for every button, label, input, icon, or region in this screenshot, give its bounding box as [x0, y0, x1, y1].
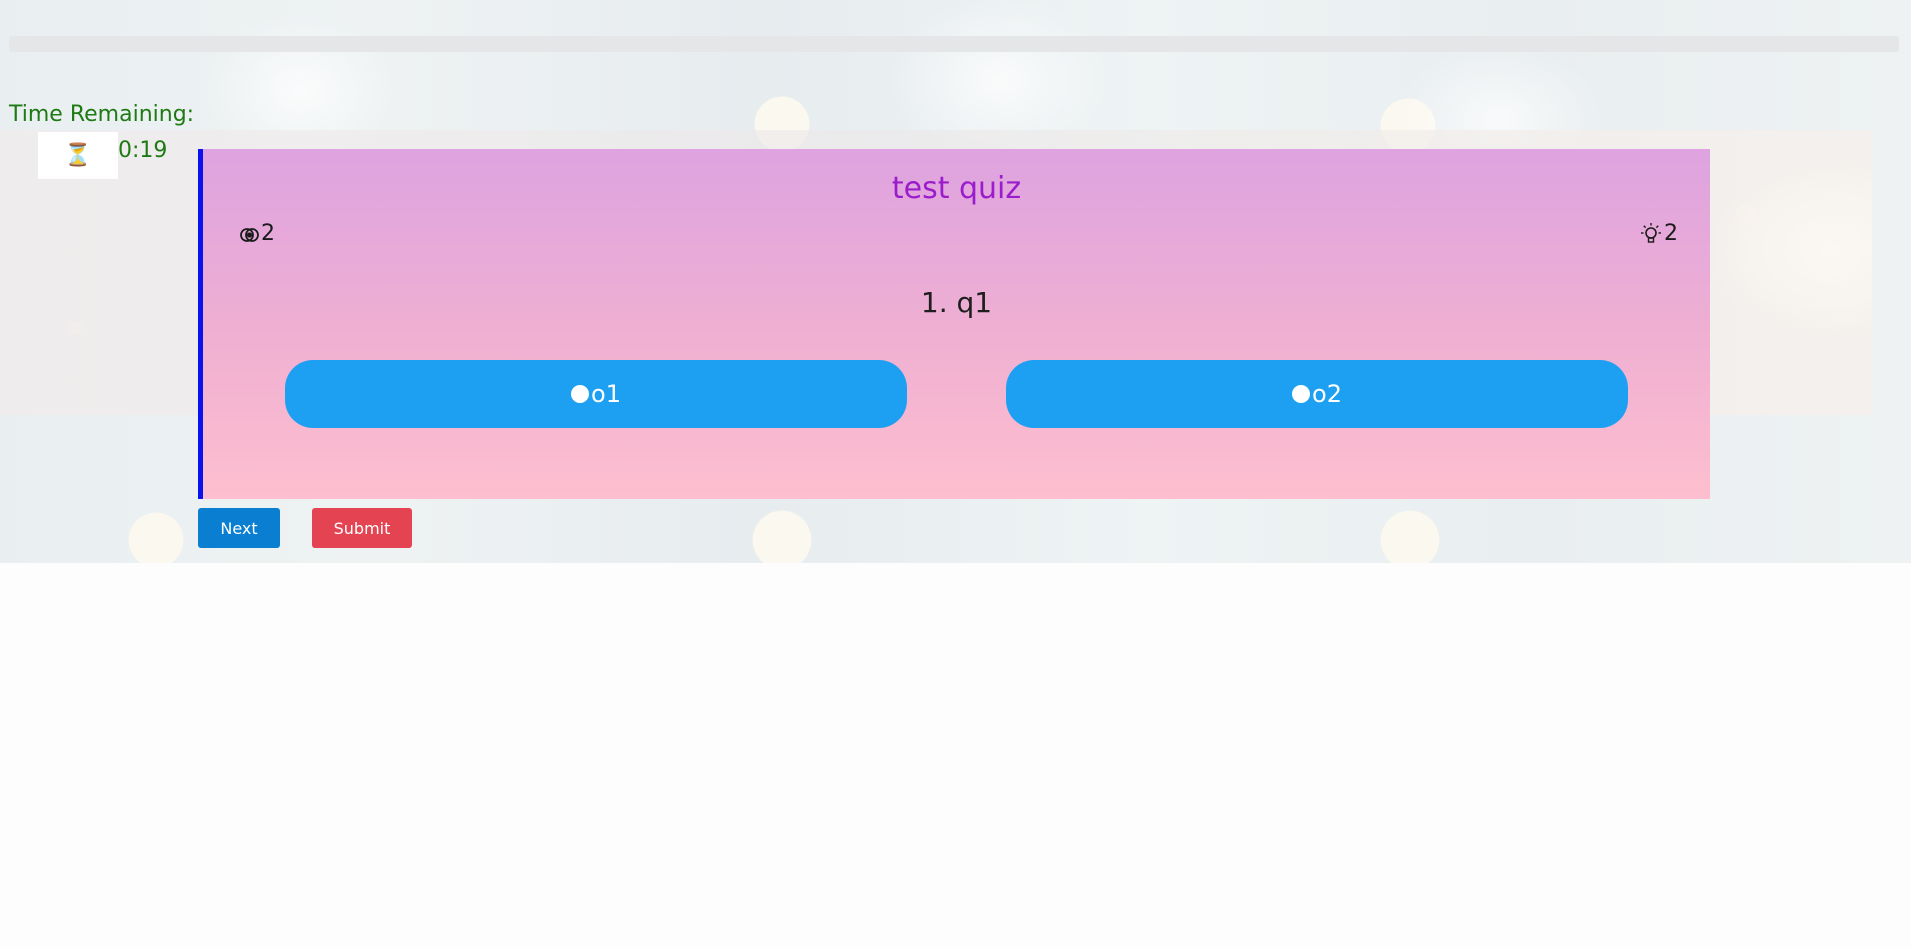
next-button[interactable]: Next: [198, 508, 280, 548]
radio-icon: [1292, 385, 1311, 403]
timer-value: 0:19: [118, 138, 168, 163]
hourglass-icon: ⏳: [64, 143, 92, 168]
views-stat: 2: [239, 221, 275, 246]
option-label: o2: [1312, 380, 1342, 408]
background-decoration: [1710, 130, 1872, 415]
quiz-card: test quiz 2 2 1. q1 o1 o2: [198, 149, 1710, 499]
radio-icon: [571, 385, 590, 403]
option-label: o1: [591, 380, 621, 408]
eye-icon: [240, 227, 259, 242]
submit-button[interactable]: Submit: [312, 508, 412, 548]
option-button-1[interactable]: o1: [285, 360, 907, 428]
timer-icon-box: ⏳: [38, 132, 118, 179]
quiz-title: test quiz: [891, 171, 1022, 206]
hints-stat[interactable]: 2: [1640, 221, 1678, 246]
time-remaining-label: Time Remaining:: [9, 102, 195, 127]
option-button-2[interactable]: o2: [1006, 360, 1628, 428]
question-text: 1. q1: [920, 286, 993, 319]
hints-count: 2: [1664, 221, 1678, 246]
lightbulb-icon: [1641, 222, 1661, 243]
progress-bar: [9, 36, 1899, 52]
views-count: 2: [261, 221, 275, 246]
